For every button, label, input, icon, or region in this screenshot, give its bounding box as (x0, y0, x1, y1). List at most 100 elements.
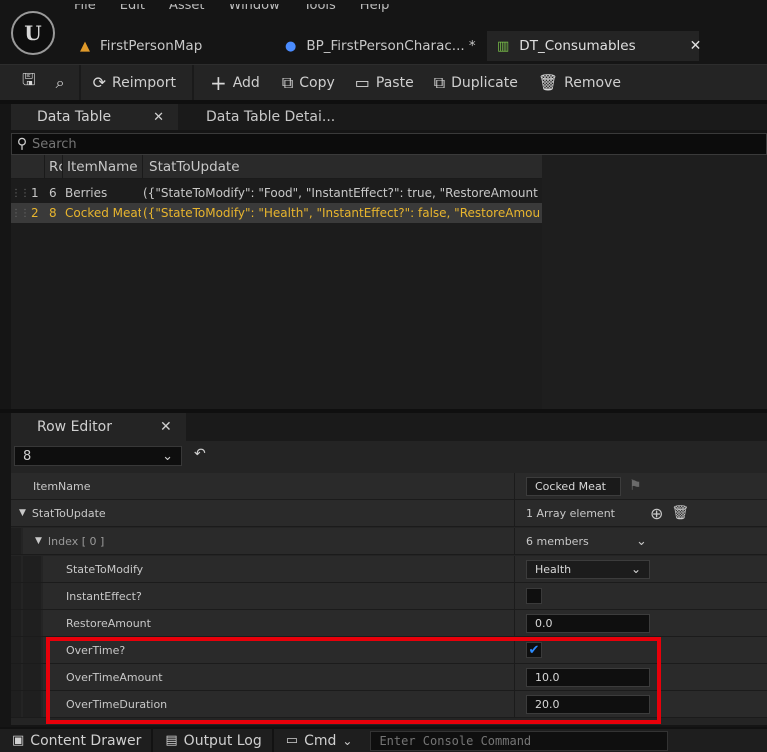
unreal-logo-icon[interactable]: U (11, 11, 55, 55)
menu-file[interactable]: File (74, 4, 120, 26)
save-button[interactable]: 🖫 (0, 65, 48, 101)
tab-data-table-details[interactable]: Data Table Detai... (178, 104, 349, 130)
tab-label: Data Table Detai... (206, 109, 336, 125)
overtime-checkbox[interactable]: ✔ (526, 642, 542, 658)
prop-overtime: OverTime? ✔ (11, 637, 767, 664)
menu-edit[interactable]: Edit (120, 4, 169, 26)
tab-bp-firstpersoncharacter[interactable]: ● BP_FirstPersonCharac... * (275, 31, 487, 61)
tab-firstpersonmap[interactable]: ▲ FirstPersonMap (70, 31, 275, 61)
statetomodify-dropdown[interactable]: Health ⌄ (526, 559, 650, 579)
copy-icon: ⧉ (281, 72, 294, 92)
tab-label: FirstPersonMap (100, 38, 203, 54)
plus-icon: + (209, 70, 227, 95)
copy-label: Copy (299, 74, 335, 91)
prop-label: RestoreAmount (66, 616, 151, 630)
prop-label: Index [ 0 ] (47, 534, 105, 548)
expand-triangle-icon[interactable]: ▼ (19, 508, 26, 518)
overtimeamount-field[interactable]: 10.0 (526, 667, 650, 687)
table-row[interactable]: ⋮⋮ 1 6 Berries ({"StateToModify": "Food"… (11, 183, 542, 203)
paste-icon: ▭ (354, 73, 370, 92)
array-count: 1 Array element (526, 506, 615, 520)
restoreamount-field[interactable]: 0.0 (526, 613, 650, 633)
tab-data-table[interactable]: Data Table ✕ (11, 104, 178, 130)
column-header-row[interactable]: Rc (45, 154, 63, 179)
output-log-button[interactable]: ▤ Output Log (153, 728, 271, 752)
prop-label: InstantEffect? (66, 589, 142, 603)
duplicate-button[interactable]: ⧉ Duplicate (424, 65, 528, 101)
chevron-down-icon: ⌄ (162, 448, 173, 464)
copy-button[interactable]: ⧉ Copy (272, 65, 345, 101)
cmd-label: Cmd (304, 732, 337, 749)
browse-button[interactable]: ⌕ (48, 65, 79, 101)
browse-icon: ⌕ (55, 72, 65, 92)
drag-handle-icon[interactable]: ⋮⋮ (11, 208, 30, 219)
back-arrow-icon[interactable]: ↶ (194, 446, 206, 462)
expand-triangle-icon[interactable]: ▼ (35, 536, 42, 546)
chevron-down-icon[interactable]: ⌄ (636, 534, 647, 549)
dropdown-value: Health (535, 562, 572, 576)
overtimeduration-field[interactable]: 20.0 (526, 694, 650, 714)
row-select-dropdown[interactable]: 8 ⌄ (14, 446, 182, 466)
prop-instanteffect: InstantEffect? (11, 583, 767, 610)
level-icon: ▲ (80, 38, 90, 54)
tab-label: BP_FirstPersonCharac... * (306, 38, 476, 54)
duplicate-icon: ⧉ (433, 72, 446, 92)
drag-handle-icon[interactable]: ⋮⋮ (11, 188, 30, 199)
add-button[interactable]: + Add (194, 65, 272, 101)
instanteffect-checkbox[interactable] (526, 588, 542, 604)
search-icon: ⚲ (16, 136, 28, 152)
title-bar: U File Edit Asset Window Tools Help ▲ Fi… (0, 0, 767, 64)
reimport-label: Reimport (112, 74, 176, 91)
trash-icon[interactable]: 🗑 (671, 505, 689, 521)
column-header-stattoupdate[interactable]: StatToUpdate (143, 155, 542, 179)
row-editor-tabs: Row Editor ✕ (11, 413, 767, 441)
row-itemname: Berries (65, 186, 108, 200)
add-element-icon[interactable]: ⊕ (650, 504, 663, 523)
row-stattoupdate: ({"StateToModify": "Health", "InstantEff… (143, 206, 539, 220)
menu-help[interactable]: Help (360, 4, 414, 26)
close-icon[interactable]: ✕ (690, 38, 702, 54)
close-icon[interactable]: ✕ (160, 419, 172, 435)
add-label: Add (232, 74, 260, 91)
datatable-icon: ▥ (497, 38, 510, 54)
row-stattoupdate: ({"StateToModify": "Food", "InstantEffec… (143, 186, 539, 200)
prop-overtimeduration: OverTimeDuration 20.0 (11, 691, 767, 718)
table-row-selected[interactable]: ⋮⋮ 2 8 Cocked Meat ({"StateToModify": "H… (11, 203, 542, 223)
menu-window[interactable]: Window (229, 4, 304, 26)
prop-label: OverTimeDuration (66, 697, 168, 711)
content-drawer-button[interactable]: ▣ Content Drawer (0, 728, 151, 752)
prop-restoreamount: RestoreAmount 0.0 (11, 610, 767, 637)
reimport-button[interactable]: ⟳ Reimport (81, 65, 192, 101)
row-index: 1 (31, 186, 39, 200)
itemname-field[interactable]: Cocked Meat (526, 476, 621, 496)
prop-overtimeamount: OverTimeAmount 10.0 (11, 664, 767, 691)
table-empty-area (542, 155, 767, 409)
prop-label: StateToModify (66, 562, 144, 576)
console-command-input[interactable] (370, 730, 669, 751)
checkmark-icon: ✔ (528, 642, 540, 658)
tab-row-editor[interactable]: Row Editor ✕ (11, 413, 186, 441)
search-input[interactable] (32, 136, 632, 152)
menu-bar: File Edit Asset Window Tools Help (74, 4, 413, 26)
content-drawer-label: Content Drawer (30, 732, 142, 749)
tab-label: Row Editor (37, 419, 112, 435)
tab-dt-consumables[interactable]: ▥ DT_Consumables ✕ (487, 31, 702, 61)
prop-label: ItemName (33, 479, 91, 493)
document-tabs: ▲ FirstPersonMap ● BP_FirstPersonCharac.… (70, 31, 702, 61)
paste-button[interactable]: ▭ Paste (345, 65, 424, 101)
members-count: 6 members (526, 534, 589, 548)
prop-stattoupdate: ▼ StatToUpdate 1 Array element ⊕ 🗑 (11, 500, 767, 527)
menu-asset[interactable]: Asset (169, 4, 229, 26)
column-header-itemname[interactable]: ItemName (63, 154, 143, 179)
close-icon[interactable]: ✕ (153, 110, 164, 125)
flag-icon[interactable]: ⚑ (629, 478, 642, 494)
content-drawer-icon: ▣ (12, 733, 25, 748)
cmd-dropdown[interactable]: ▭ Cmd ⌄ (274, 728, 363, 752)
prop-statetomodify: StateToModify Health ⌄ (11, 556, 767, 583)
tab-label: DT_Consumables (519, 38, 636, 54)
chevron-down-icon: ⌄ (630, 562, 641, 576)
remove-label: Remove (564, 74, 621, 91)
remove-button[interactable]: 🗑 Remove (528, 65, 631, 101)
menu-tools[interactable]: Tools (304, 4, 360, 26)
reimport-icon: ⟳ (92, 73, 107, 92)
